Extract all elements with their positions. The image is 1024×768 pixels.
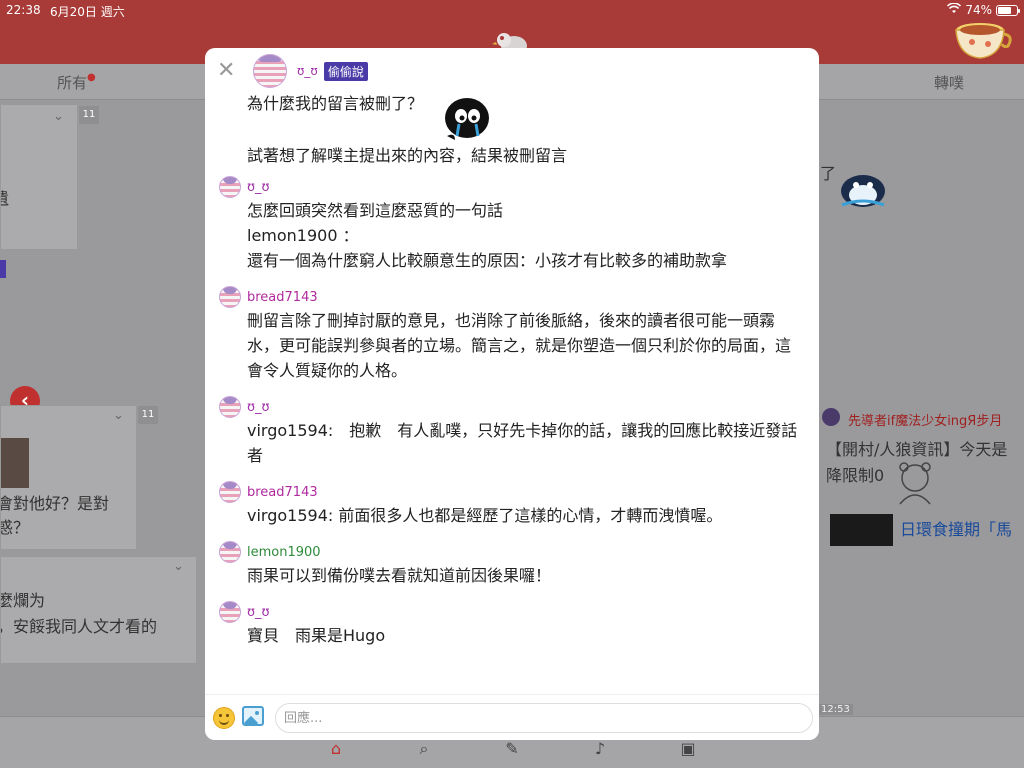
status-date: 6月20日 週六: [50, 5, 125, 19]
reply-item: lemon1900 雨果可以到備份噗去看就知道前因後果囉！: [205, 541, 819, 588]
status-right: 74%: [947, 2, 1020, 17]
reply-item: bread7143 virgo1594: 前面很多人也都是經歷了這樣的心情，才轉而…: [205, 481, 819, 528]
reply-input[interactable]: [275, 703, 813, 733]
reply-header: lemon1900: [219, 541, 805, 563]
post-content-line: 試著想了解噗主提出來的內容，結果被刪留言: [247, 146, 568, 165]
post-author[interactable]: ʊ_ʊ: [297, 64, 318, 78]
reply-author[interactable]: ʊ_ʊ: [247, 180, 270, 195]
timeline-text: 了: [820, 164, 837, 183]
search-icon[interactable]: ⌕: [414, 739, 434, 758]
reply-item: bread7143 刪留言除了刪掉討厭的意見，也消除了前後脈絡，後來的讀者很可能一…: [205, 286, 819, 383]
tab-replurk[interactable]: 轉噗: [934, 72, 964, 93]
chevron-down-icon[interactable]: ⌄: [173, 559, 184, 574]
reply-text: 雨果可以到備份噗去看就知道前因後果囉！: [247, 566, 552, 585]
secret-badge-fragment: [0, 260, 6, 278]
timeline-username[interactable]: 先導者if魔法少女ingЯ步月: [848, 410, 1002, 429]
crying-sticker-icon: [445, 98, 489, 140]
compose-icon[interactable]: ✎: [502, 739, 522, 758]
penguin-sticker-icon: [841, 175, 885, 207]
reply-author[interactable]: bread7143: [247, 485, 318, 500]
secret-badge: 偷偷說: [323, 61, 368, 81]
reply-header: bread7143: [219, 481, 805, 503]
reply-header: ʊ_ʊ: [219, 396, 805, 418]
reply-text: virgo1594: 抱歉 有人亂噗，只好先卡掉你的話，讓我的回應比較接近發話者: [247, 421, 798, 465]
reply-author[interactable]: lemon1900: [247, 545, 321, 560]
reply-item: ʊ_ʊ virgo1594: 抱歉 有人亂噗，只好先卡掉你的話，讓我的回應比較接近…: [205, 396, 819, 468]
tab-all[interactable]: 所有●: [57, 72, 96, 93]
reply-author[interactable]: ʊ_ʊ: [247, 400, 270, 415]
close-icon[interactable]: ✕: [217, 60, 235, 82]
time-stamp: 12:53: [818, 704, 853, 715]
avatar[interactable]: [219, 481, 241, 503]
news-thumbnail-image[interactable]: [830, 514, 893, 546]
home-icon[interactable]: ⌂: [326, 739, 346, 758]
timeline-text: 【開村/人狼資訊】今天是: [826, 440, 1008, 459]
timeline-text: 遺: [1, 185, 9, 209]
avatar[interactable]: [219, 396, 241, 418]
battery-icon: [996, 4, 1020, 16]
teacup-icon[interactable]: [950, 16, 1014, 64]
emoticon-icon[interactable]: [213, 707, 235, 729]
reply-header: ʊ_ʊ: [219, 601, 805, 623]
reply-text: 刪留言除了刪掉討厭的意見，也消除了前後脈絡，後來的讀者很可能一頭霧水，更可能誤判…: [247, 311, 792, 380]
thumbnail-image[interactable]: [1, 438, 29, 488]
status-time: 22:38: [6, 3, 41, 17]
reply-text: 怎麼回頭突然看到這麼惡質的一句話 lemon1900 ： 還有一個為什麼窮人比較…: [247, 201, 728, 270]
battery-fill: [998, 6, 1012, 14]
image-upload-icon[interactable]: [242, 706, 264, 726]
chevron-down-icon[interactable]: ⌄: [113, 408, 124, 423]
reply-header: ʊ_ʊ: [219, 176, 805, 198]
reply-item: ʊ_ʊ 怎麼回頭突然看到這麼惡質的一句話 lemon1900 ： 還有一個為什麼窮…: [205, 176, 819, 273]
timeline-card[interactable]: ⌄ 會對他好？是對 惑？: [0, 405, 137, 550]
tab-all-label: 所有: [57, 74, 88, 92]
bear-sticker-icon: [899, 462, 931, 505]
response-count-badge: 11: [79, 106, 99, 124]
bell-icon[interactable]: ♪: [590, 739, 610, 758]
reply-text: virgo1594: 前面很多人也都是經歷了這樣的心情，才轉而洩憤喔。: [247, 506, 723, 525]
avatar[interactable]: [253, 54, 287, 88]
reply-author[interactable]: bread7143: [247, 290, 318, 305]
avatar[interactable]: [219, 176, 241, 198]
wifi-icon: [947, 2, 962, 17]
profile-icon[interactable]: ▣: [678, 739, 698, 758]
chevron-down-icon[interactable]: ⌄: [53, 109, 64, 124]
timeline-card[interactable]: ⌄ 麼爛为 ，安餒我同人文才看的: [0, 556, 197, 664]
timeline-text: 會對他好？是對: [0, 494, 110, 513]
timeline-link[interactable]: 日環食撞期「馬: [900, 516, 1012, 540]
avatar[interactable]: [219, 541, 241, 563]
reply-author[interactable]: ʊ_ʊ: [247, 605, 270, 620]
post-header: ʊ_ʊ 偷偷說: [253, 54, 368, 88]
status-bar: 22:38 6月20日 週六 74%: [0, 0, 1024, 20]
battery-percent: 74%: [965, 3, 992, 17]
plurk-detail-modal: ✕ ʊ_ʊ 偷偷說 為什麼我的留言被刪了？ 試著想了解噗主提出來的內容，結果被刪…: [205, 48, 819, 740]
unread-dot-icon: ●: [87, 72, 96, 83]
avatar[interactable]: [822, 408, 840, 426]
timeline-text: 惑？: [0, 518, 30, 537]
reply-list: ʊ_ʊ 怎麼回頭突然看到這麼惡質的一句話 lemon1900 ： 還有一個為什麼窮…: [205, 176, 819, 661]
timeline-text: 麼爛为: [0, 591, 46, 610]
timeline-text: ，安餒我同人文才看的: [0, 617, 158, 636]
reply-item: ʊ_ʊ 寶貝 雨果是Hugo: [205, 601, 819, 648]
reply-bar: [205, 694, 819, 740]
timeline-text: 降限制0: [826, 466, 885, 485]
reply-text: 寶貝 雨果是Hugo: [247, 626, 386, 645]
post-content-line: 為什麼我的留言被刪了？: [247, 94, 424, 113]
avatar[interactable]: [219, 601, 241, 623]
reply-header: bread7143: [219, 286, 805, 308]
timeline-card[interactable]: ⌄ 遺: [0, 104, 78, 250]
avatar[interactable]: [219, 286, 241, 308]
response-count-badge: 11: [138, 406, 158, 424]
